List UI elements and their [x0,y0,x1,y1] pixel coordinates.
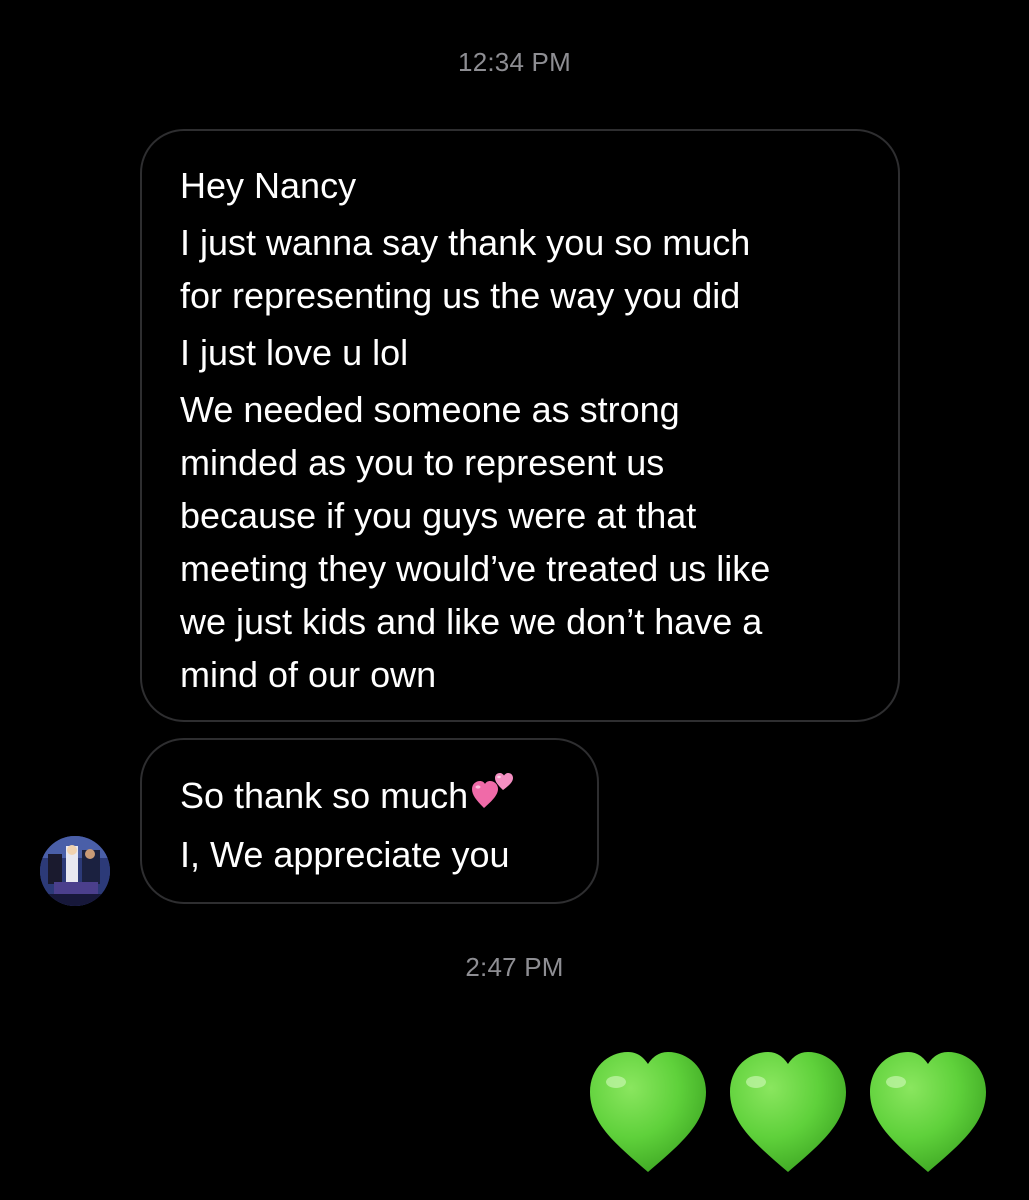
message-line: we just kids and like we don’t have a [180,601,763,642]
message-line: meeting they would’ve treated us like [180,548,771,589]
green-heart-icon [730,1052,846,1172]
message-line-with-emoji: So thank so much [180,768,559,824]
message-bubble[interactable]: So thank so much I, We appreciate you [140,738,599,904]
message-line: for representing us the way you did [180,275,741,316]
message-line: mind of our own [180,654,437,695]
avatar-image [40,836,110,906]
message-line: because if you guys were at that [180,495,697,536]
message-line: We needed someone as strong [180,389,680,430]
timestamp: 2:47 PM [465,952,564,982]
two-hearts-icon [470,768,516,824]
avatar[interactable] [40,836,110,906]
message-line: I, We appreciate you [180,834,510,875]
green-heart-icon [870,1052,986,1172]
message-line: minded as you to represent us [180,442,665,483]
message-line: I just love u lol [180,332,409,373]
timestamp: 12:34 PM [458,47,571,77]
message-bubble[interactable]: Hey Nancy I just wanna say thank you so … [140,129,900,722]
message-line: So thank so much [180,775,469,816]
message-line: Hey Nancy [180,165,357,206]
reply-message[interactable] [584,1046,996,1180]
green-heart-icon [590,1052,706,1172]
message-line: I just wanna say thank you so much [180,222,751,263]
